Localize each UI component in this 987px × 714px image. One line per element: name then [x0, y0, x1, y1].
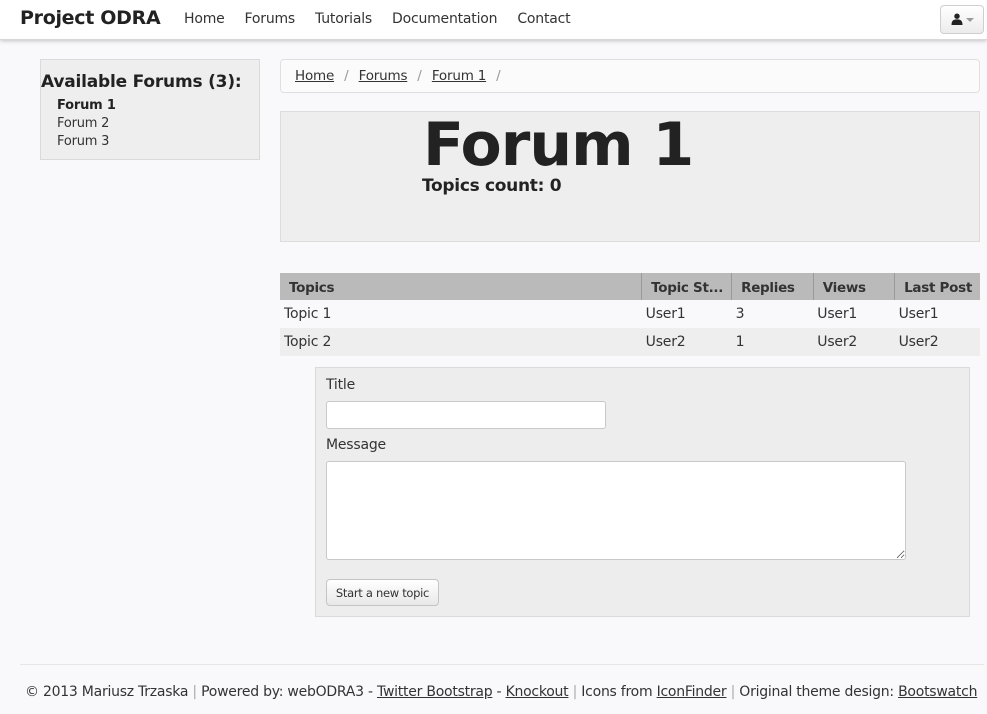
footer-link-bootstrap[interactable]: Twitter Bootstrap	[377, 684, 493, 700]
top-navbar: Project ODRA Home Forums Tutorials Docum…	[0, 0, 987, 40]
topics-count: Topics count: 0	[422, 176, 562, 196]
topic-replies: 3	[731, 300, 814, 328]
sidebar-item-forum-2[interactable]: Forum 2	[57, 115, 116, 133]
column-header-topics[interactable]: Topics	[280, 273, 642, 300]
topic-views: User2	[813, 328, 895, 356]
user-icon	[951, 10, 963, 29]
column-header-replies[interactable]: Replies	[731, 273, 814, 300]
forum-list: Forum 1 Forum 2 Forum 3	[57, 97, 116, 151]
column-header-topic-starter[interactable]: Topic St...	[641, 273, 732, 300]
footer-icons-from: Icons from	[581, 684, 653, 700]
brand-logo[interactable]: Project ODRA	[20, 7, 161, 29]
table-row[interactable]: Topic 1 User1 3 User1 User1	[280, 300, 980, 328]
breadcrumb-separator: /	[417, 68, 422, 84]
topic-starter: User1	[641, 300, 732, 328]
nav-link-home[interactable]: Home	[184, 11, 225, 27]
topic-views: User1	[813, 300, 895, 328]
breadcrumb-separator: /	[344, 68, 349, 84]
topic-title[interactable]: Topic 2	[280, 328, 642, 356]
nav-link-forums[interactable]: Forums	[245, 11, 296, 27]
footer-separator: |	[572, 684, 578, 700]
user-menu-button[interactable]	[940, 5, 984, 34]
footer: © 2013 Mariusz Trzaska | Powered by: web…	[25, 684, 977, 700]
topic-title[interactable]: Topic 1	[280, 300, 642, 328]
topic-last-post: User1	[894, 300, 980, 328]
column-header-last-post[interactable]: Last Post	[894, 273, 980, 300]
breadcrumb-forums[interactable]: Forums	[359, 68, 408, 84]
footer-powered-by: Powered by: webODRA3 -	[201, 684, 373, 700]
chevron-down-icon	[965, 18, 974, 22]
topics-table: Topics Topic St... Replies Views Last Po…	[280, 273, 980, 356]
message-label: Message	[326, 437, 386, 453]
table-row[interactable]: Topic 2 User2 1 User2 User2	[280, 328, 980, 356]
footer-separator: |	[192, 684, 197, 700]
sidebar-item-forum-3[interactable]: Forum 3	[57, 133, 116, 151]
nav-link-tutorials[interactable]: Tutorials	[315, 11, 372, 27]
table-header-row: Topics Topic St... Replies Views Last Po…	[280, 273, 980, 300]
breadcrumb-forum-1[interactable]: Forum 1	[432, 68, 486, 84]
sidebar-item-forum-1[interactable]: Forum 1	[57, 97, 116, 115]
footer-theme-design: Original theme design:	[739, 684, 894, 700]
message-textarea[interactable]	[326, 461, 906, 560]
footer-link-iconfinder[interactable]: IconFinder	[657, 684, 727, 700]
footer-dash: -	[496, 684, 502, 700]
topic-last-post: User2	[894, 328, 980, 356]
title-label: Title	[326, 377, 356, 393]
nav-link-contact[interactable]: Contact	[517, 11, 570, 27]
footer-link-knockout[interactable]: Knockout	[506, 684, 569, 700]
breadcrumb: Home / Forums / Forum 1 /	[280, 59, 980, 93]
title-input[interactable]	[326, 401, 606, 429]
topic-starter: User2	[641, 328, 732, 356]
footer-separator: |	[730, 684, 736, 700]
sidebar-heading: Available Forums (3):	[41, 72, 242, 92]
main-nav: Home Forums Tutorials Documentation Cont…	[184, 11, 590, 27]
footer-divider	[20, 664, 984, 665]
footer-link-bootswatch[interactable]: Bootswatch	[898, 684, 977, 700]
column-header-views[interactable]: Views	[812, 273, 895, 300]
breadcrumb-home[interactable]: Home	[295, 68, 334, 84]
topic-replies: 1	[731, 328, 814, 356]
start-new-topic-button[interactable]: Start a new topic	[326, 579, 439, 606]
footer-copyright: © 2013 Mariusz Trzaska	[25, 684, 189, 700]
nav-link-documentation[interactable]: Documentation	[392, 11, 498, 27]
new-topic-form: Title Message Start a new topic	[315, 367, 970, 617]
forums-sidebar: Available Forums (3): Forum 1 Forum 2 Fo…	[40, 59, 260, 160]
breadcrumb-separator: /	[496, 68, 501, 84]
forum-hero: Forum 1 Topics count: 0	[280, 110, 980, 242]
page-title: Forum 1	[423, 110, 694, 180]
